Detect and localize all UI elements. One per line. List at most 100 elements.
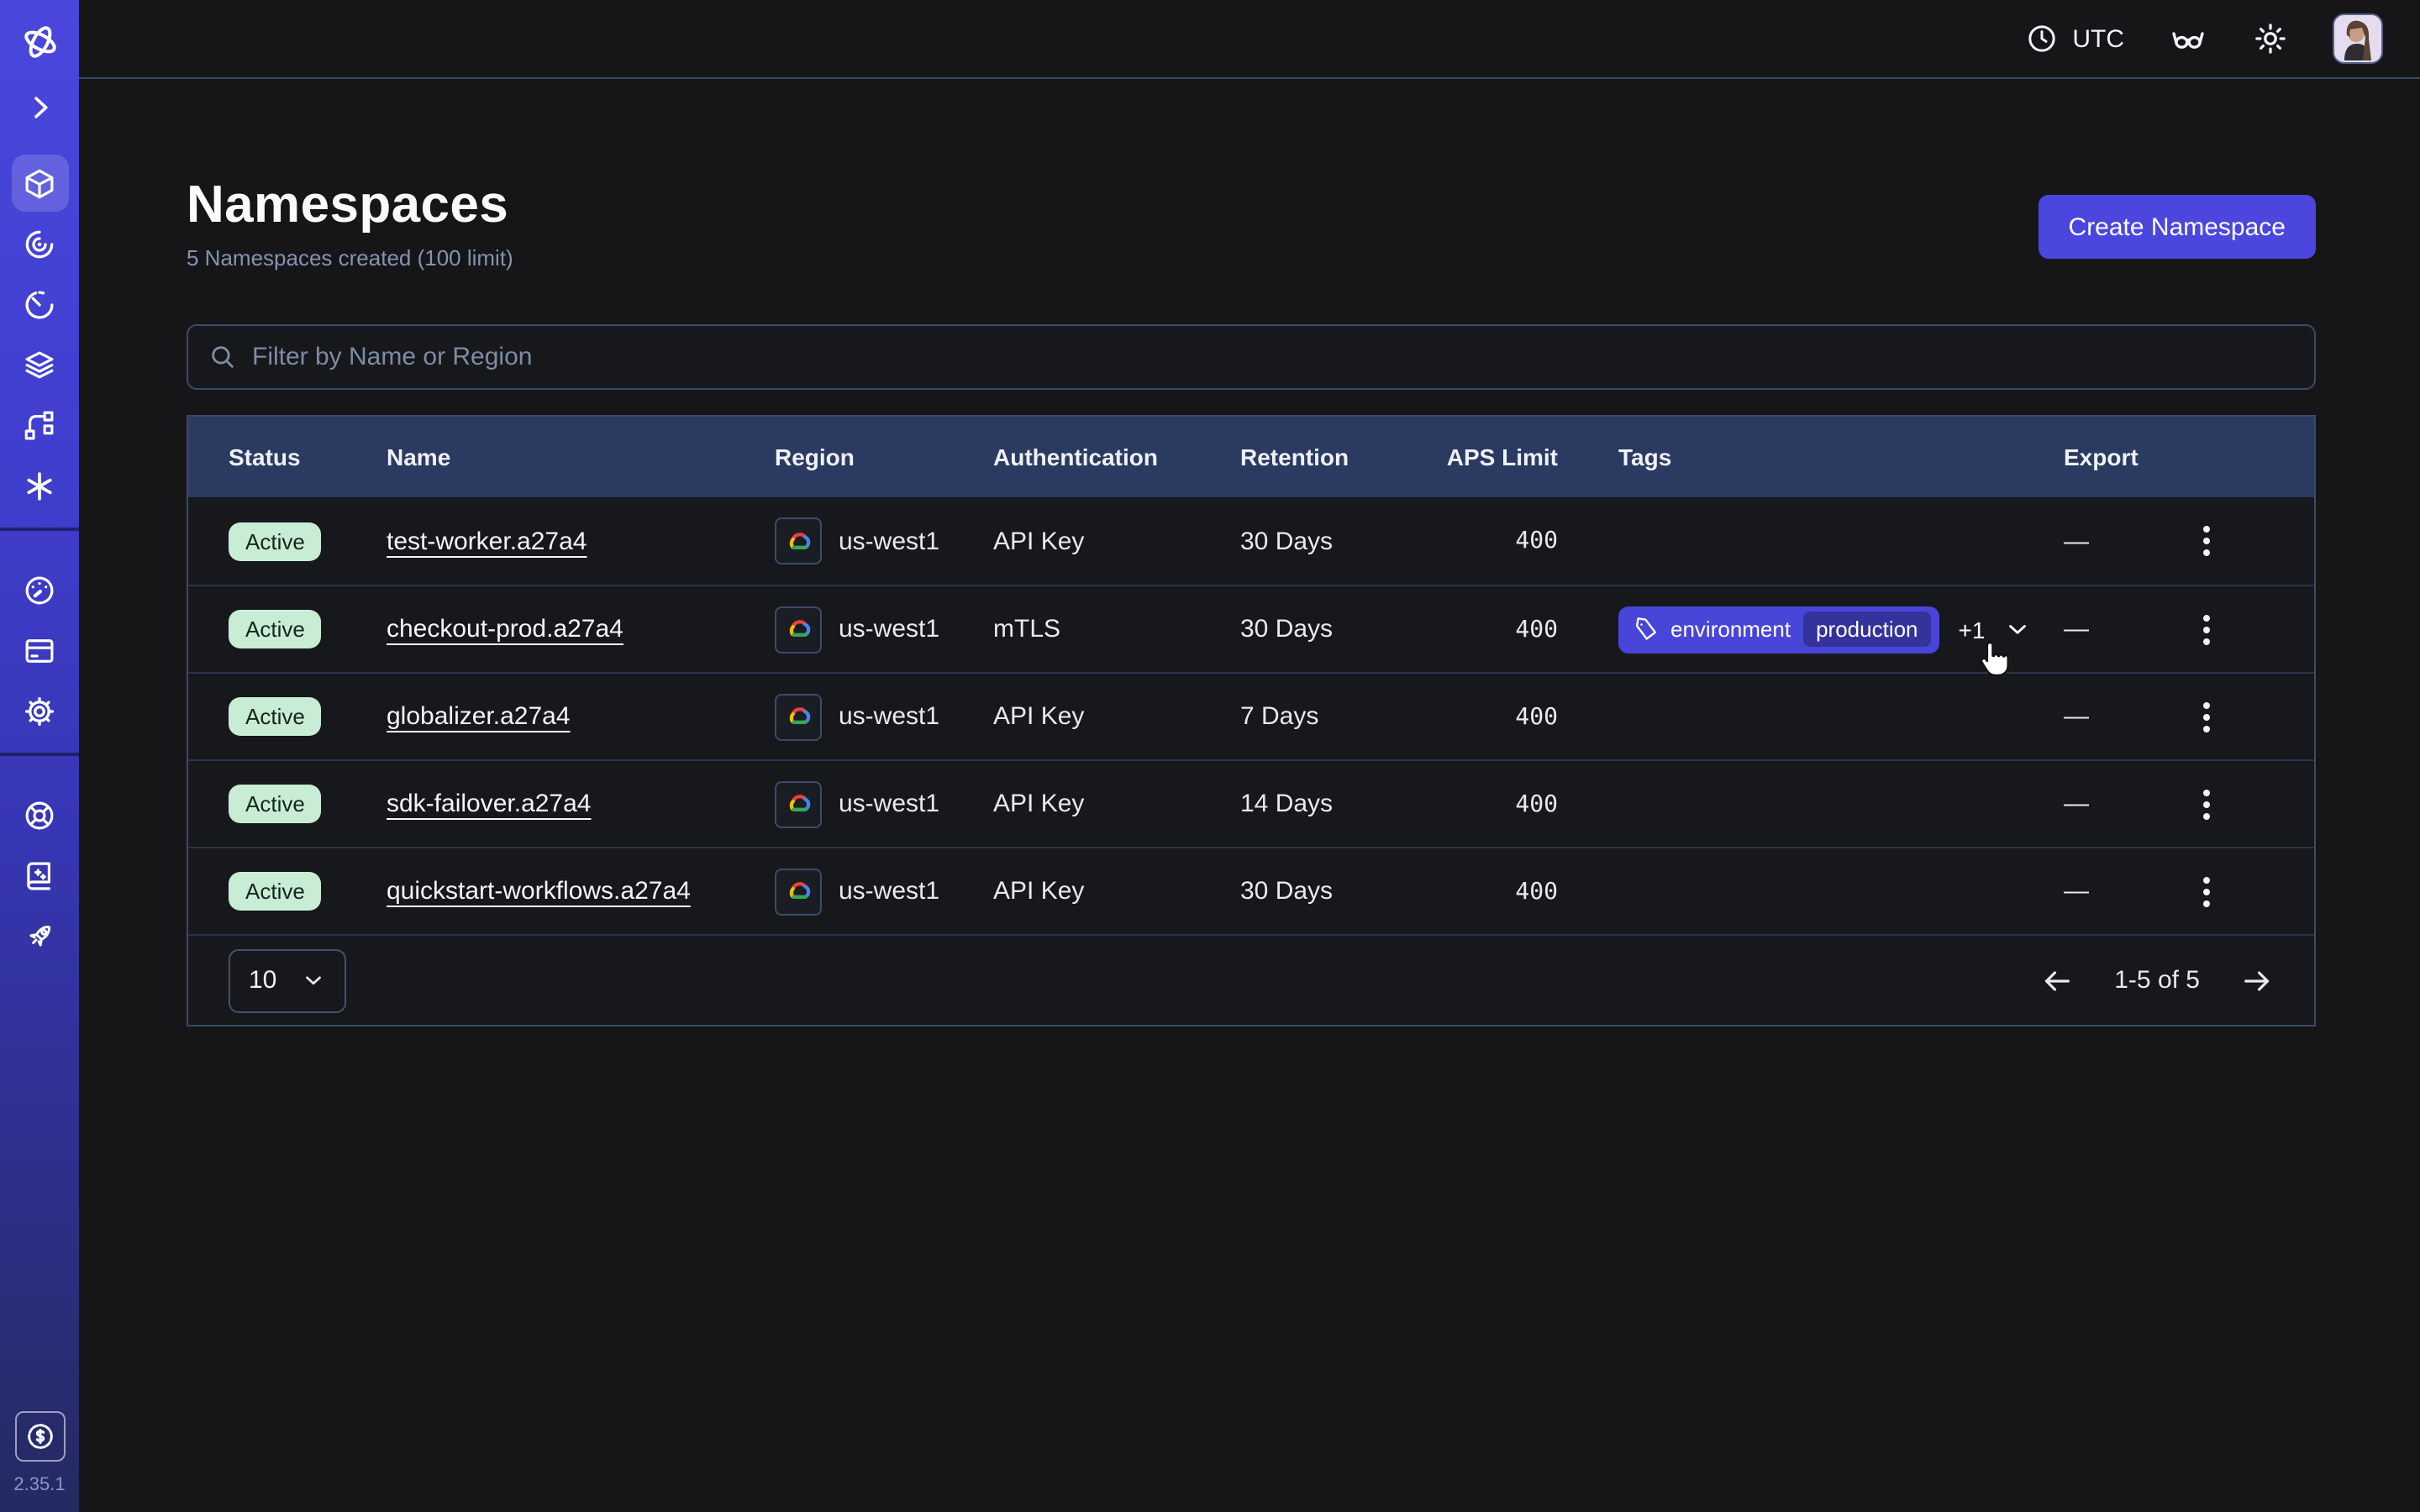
status-badge: Active: [229, 872, 322, 911]
retention-cell: 30 Days: [1240, 527, 1425, 555]
table-row: Active globalizer.a27a4 us-west1 API Key…: [188, 672, 2314, 759]
google-cloud-icon: [775, 868, 822, 915]
namespace-link[interactable]: globalizer.a27a4: [387, 702, 571, 731]
tags-expand-icon[interactable]: [2003, 615, 2032, 643]
sidebar-divider: [0, 528, 79, 531]
export-cell: —: [2064, 790, 2186, 818]
status-badge: Active: [229, 785, 322, 823]
aps-cell: 400: [1425, 878, 1558, 905]
sidebar-item-support[interactable]: [11, 786, 68, 843]
timezone-selector[interactable]: UTC: [2025, 22, 2124, 55]
usage-gauge-icon: [22, 572, 57, 607]
row-actions-menu[interactable]: [2186, 789, 2227, 819]
sidebar-item-workflows[interactable]: [11, 215, 68, 272]
getting-started-rocket-icon: [22, 918, 57, 953]
aps-cell: 400: [1425, 528, 1558, 554]
auth-cell: API Key: [993, 790, 1240, 818]
namespace-link[interactable]: checkout-prod.a27a4: [387, 615, 623, 643]
glasses-icon: [2168, 18, 2208, 59]
labs-toggle-button[interactable]: [2168, 18, 2208, 59]
google-cloud-icon: [775, 517, 822, 564]
col-tags: Tags: [1558, 444, 2064, 470]
tag-icon: [1634, 617, 1659, 642]
create-namespace-button[interactable]: Create Namespace: [2039, 195, 2316, 259]
prev-page-button[interactable]: [2040, 963, 2074, 997]
theme-toggle-button[interactable]: [2252, 20, 2289, 57]
sidebar-item-nexus[interactable]: [11, 457, 68, 514]
sidebar-item-batch-operations[interactable]: [11, 396, 68, 454]
sun-icon: [2252, 20, 2289, 57]
namespace-link[interactable]: quickstart-workflows.a27a4: [387, 877, 691, 906]
retention-cell: 30 Days: [1240, 877, 1425, 906]
col-retention: Retention: [1240, 444, 1425, 470]
region-label: us-west1: [839, 790, 939, 818]
filter-bar: [187, 324, 2316, 390]
region-label: us-west1: [839, 877, 939, 906]
clock-icon: [2025, 22, 2059, 55]
sidebar-item-namespaces[interactable]: [11, 155, 68, 212]
tags-more-count: +1: [1959, 616, 1986, 643]
deployments-layers-icon: [22, 347, 57, 382]
table-body: Active test-worker.a27a4 us-west1 API Ke…: [188, 497, 2314, 934]
auth-cell: mTLS: [993, 615, 1240, 643]
namespace-link[interactable]: sdk-failover.a27a4: [387, 790, 592, 818]
support-lifering-icon: [22, 797, 57, 832]
tag-key: environment: [1670, 617, 1791, 642]
col-authentication: Authentication: [993, 444, 1240, 470]
region-label: us-west1: [839, 702, 939, 731]
sidebar-expand-icon[interactable]: [23, 91, 56, 124]
billing-card-icon: [22, 633, 57, 668]
sidebar-item-usage[interactable]: [11, 561, 68, 618]
auth-cell: API Key: [993, 877, 1240, 906]
tag-value: production: [1802, 612, 1931, 647]
page-size-select[interactable]: 10: [229, 948, 346, 1012]
chevron-down-icon: [301, 968, 326, 993]
namespaces-cube-icon: [22, 165, 57, 201]
col-export: Export: [2064, 444, 2186, 470]
sidebar-item-billing[interactable]: [11, 622, 68, 679]
price-badge-icon: [23, 1420, 56, 1453]
col-name: Name: [387, 444, 775, 470]
status-badge: Active: [229, 522, 322, 560]
page-title: Namespaces: [187, 176, 513, 234]
sidebar-divider: [0, 753, 79, 756]
region-label: us-west1: [839, 527, 939, 555]
user-avatar[interactable]: [2333, 13, 2383, 64]
row-actions-menu[interactable]: [2186, 614, 2227, 644]
namespace-link[interactable]: test-worker.a27a4: [387, 527, 587, 555]
auth-cell: API Key: [993, 527, 1240, 555]
sidebar-item-getting-started[interactable]: [11, 907, 68, 964]
next-page-button[interactable]: [2240, 963, 2274, 997]
google-cloud-icon: [775, 606, 822, 653]
table-footer: 10 1-5 of 5: [188, 934, 2314, 1025]
sidebar-item-schedules[interactable]: [11, 276, 68, 333]
temporal-logo-icon: [19, 22, 60, 62]
row-actions-menu[interactable]: [2186, 876, 2227, 906]
filter-input[interactable]: [252, 343, 2294, 371]
plan-billing-button[interactable]: [14, 1411, 65, 1462]
tag-chip[interactable]: environment production: [1618, 606, 1940, 653]
retention-cell: 30 Days: [1240, 615, 1425, 643]
main-content: Namespaces 5 Namespaces created (100 lim…: [187, 79, 2316, 1026]
export-cell: —: [2064, 702, 2186, 731]
pagination-range: 1-5 of 5: [2114, 966, 2200, 995]
sidebar-item-settings[interactable]: [11, 682, 68, 739]
retention-cell: 14 Days: [1240, 790, 1425, 818]
nexus-asterisk-icon: [22, 468, 57, 503]
sidebar-item-docs[interactable]: [11, 847, 68, 904]
auth-cell: API Key: [993, 702, 1240, 731]
row-actions-menu[interactable]: [2186, 701, 2227, 732]
settings-gear-icon: [22, 693, 57, 728]
tags-cell: environment production +1: [1558, 606, 2064, 653]
schedules-timer-icon: [22, 286, 57, 322]
row-actions-menu[interactable]: [2186, 526, 2227, 556]
timezone-label: UTC: [2072, 24, 2124, 53]
table-row: Active checkout-prod.a27a4 us-west1 mTLS…: [188, 585, 2314, 672]
export-cell: —: [2064, 527, 2186, 555]
app-version: 2.35.1: [13, 1475, 65, 1495]
search-icon: [208, 343, 237, 371]
aps-cell: 400: [1425, 790, 1558, 817]
sidebar-item-deployments[interactable]: [11, 336, 68, 393]
google-cloud-icon: [775, 693, 822, 740]
page-size-value: 10: [249, 966, 276, 995]
